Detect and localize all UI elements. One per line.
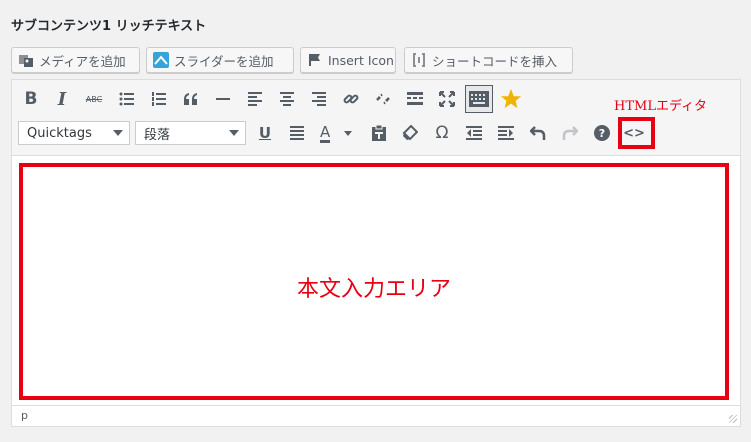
insert-icon-button[interactable]: Insert Icon [300,47,396,73]
eraser-icon [402,125,418,141]
add-slider-button[interactable]: スライダーを追加 [146,47,294,73]
body-input-area-label: 本文入力エリア [296,277,451,302]
shortcode-icon [411,52,427,68]
link-button[interactable] [338,86,364,112]
fullscreen-button[interactable] [434,86,460,112]
format-select-value: 段落 [144,127,171,143]
unlink-button[interactable] [370,86,396,112]
help-icon: ? [594,125,610,141]
strikethrough-icon: ABC [85,94,103,104]
paste-as-text-button[interactable] [366,120,392,146]
chevron-down-icon [344,131,352,136]
align-left-button[interactable] [242,86,268,112]
redo-button[interactable] [557,120,583,146]
indent-button[interactable] [493,120,519,146]
quicktags-select[interactable]: Quicktags [18,121,130,145]
bullet-list-icon [119,92,134,106]
bold-icon: B [24,89,38,109]
text-color-icon: A [320,122,331,143]
flag-icon [307,52,323,68]
resize-handle-icon[interactable] [729,415,737,423]
keyboard-icon [469,91,489,107]
read-more-icon [407,92,423,105]
outdent-button[interactable] [461,120,487,146]
html-editor-button-highlight [618,117,655,149]
chevron-down-icon [229,130,239,136]
media-icon [18,52,34,68]
undo-icon [530,126,546,140]
read-more-button[interactable] [402,86,428,112]
align-right-icon [312,92,326,106]
insert-icon-label: Insert Icon [328,52,394,68]
link-icon [343,94,359,104]
star-button[interactable] [498,86,524,112]
chevron-down-icon [113,130,123,136]
editor-status-bar: p [12,405,740,426]
justify-button[interactable] [284,120,310,146]
text-color-button[interactable]: A [316,120,354,146]
add-slider-label: スライダーを追加 [174,53,274,69]
blockquote-button[interactable] [178,86,204,112]
align-left-icon [248,92,262,106]
quicktags-select-value: Quicktags [27,125,92,141]
underline-icon: U [258,124,272,142]
add-media-label: メディアを追加 [39,53,126,69]
unlink-icon [376,93,390,105]
horizontal-rule-button[interactable] [210,86,236,112]
clear-formatting-button[interactable] [397,120,423,146]
justify-icon [290,126,304,140]
italic-button[interactable]: I [49,86,75,112]
fullscreen-icon [439,91,455,107]
numbered-list-icon [152,92,166,106]
strikethrough-button[interactable]: ABC [81,86,107,112]
bullet-list-button[interactable] [114,86,140,112]
add-media-button[interactable]: メディアを追加 [11,47,140,73]
undo-button[interactable] [525,120,551,146]
body-input-area-highlight: 本文入力エリア [19,163,729,400]
outdent-icon [466,126,482,140]
blockquote-icon [184,93,197,105]
clipboard-icon [372,125,386,141]
align-right-button[interactable] [306,86,332,112]
html-editor-annotation-label: HTMLエディタ [614,99,708,114]
star-icon [500,88,522,109]
special-character-button[interactable]: Ω [429,120,455,146]
format-select[interactable]: 段落 [135,121,246,145]
bold-button[interactable]: B [18,86,44,112]
align-center-icon [280,92,294,106]
help-button[interactable]: ? [589,120,615,146]
section-title: サブコンテンツ1 リッチテキスト [11,19,207,34]
slider-icon [153,52,169,68]
element-path[interactable]: p [21,409,28,422]
align-center-button[interactable] [274,86,300,112]
omega-icon: Ω [435,123,449,143]
numbered-list-button[interactable] [146,86,172,112]
underline-button[interactable]: U [252,120,278,146]
indent-icon [498,126,514,140]
insert-shortcode-label: ショートコードを挿入 [432,53,558,69]
redo-icon [562,126,578,140]
insert-shortcode-button[interactable]: ショートコードを挿入 [404,47,573,73]
italic-icon: I [57,88,67,110]
toolbar-toggle-button[interactable] [465,85,493,113]
horizontal-rule-icon [216,98,230,100]
